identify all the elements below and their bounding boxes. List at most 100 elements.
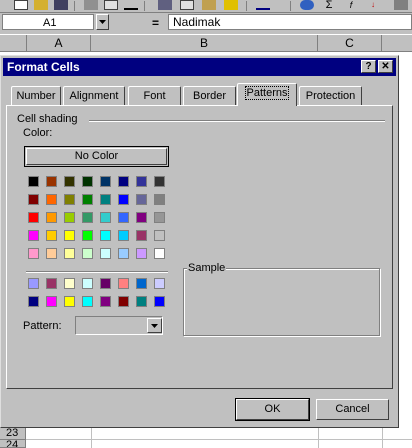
hyperlink-icon[interactable] bbox=[300, 0, 314, 10]
color-swatch[interactable] bbox=[154, 230, 165, 241]
tab-border[interactable]: Border bbox=[183, 86, 236, 105]
color-swatch[interactable] bbox=[82, 212, 93, 223]
color-swatch[interactable] bbox=[136, 248, 147, 259]
row-header-24[interactable]: 24 bbox=[0, 440, 26, 448]
color-swatch[interactable] bbox=[64, 296, 75, 307]
color-swatch[interactable] bbox=[46, 230, 57, 241]
color-swatch[interactable] bbox=[28, 296, 39, 307]
color-swatch[interactable] bbox=[136, 278, 147, 289]
no-color-button[interactable]: No Color bbox=[26, 148, 167, 165]
new-icon[interactable] bbox=[14, 0, 28, 10]
column-header-d[interactable] bbox=[382, 35, 412, 52]
tab-patterns[interactable]: Patterns bbox=[237, 83, 297, 106]
undo-icon[interactable] bbox=[256, 0, 270, 10]
cancel-button[interactable]: Cancel bbox=[316, 399, 389, 420]
autosum-icon[interactable]: Σ bbox=[322, 0, 336, 11]
formula-input[interactable]: Nadimak bbox=[168, 14, 412, 30]
save-icon[interactable] bbox=[54, 0, 68, 10]
column-header-a[interactable]: A bbox=[27, 35, 91, 52]
color-swatch[interactable] bbox=[100, 230, 111, 241]
function-icon[interactable]: f bbox=[344, 0, 358, 10]
color-swatch[interactable] bbox=[46, 176, 57, 187]
pattern-label: Pattern: bbox=[23, 320, 62, 332]
name-box-dropdown-button[interactable] bbox=[96, 14, 109, 30]
name-box[interactable]: A1 bbox=[2, 14, 94, 30]
color-swatch[interactable] bbox=[28, 212, 39, 223]
close-button[interactable]: ✕ bbox=[378, 60, 393, 73]
color-swatch[interactable] bbox=[82, 296, 93, 307]
color-swatch[interactable] bbox=[136, 176, 147, 187]
tab-alignment[interactable]: Alignment bbox=[63, 86, 125, 105]
color-swatch[interactable] bbox=[136, 212, 147, 223]
color-swatch[interactable] bbox=[118, 230, 129, 241]
cut-icon[interactable] bbox=[158, 0, 172, 10]
open-icon[interactable] bbox=[34, 0, 48, 10]
select-all-corner[interactable] bbox=[0, 35, 27, 52]
print-preview-icon[interactable] bbox=[104, 0, 118, 10]
pattern-dropdown-button[interactable] bbox=[147, 318, 162, 333]
color-swatch[interactable] bbox=[64, 212, 75, 223]
color-swatch[interactable] bbox=[64, 248, 75, 259]
color-swatch[interactable] bbox=[154, 176, 165, 187]
color-swatch[interactable] bbox=[118, 296, 129, 307]
color-swatch[interactable] bbox=[100, 278, 111, 289]
column-header-c[interactable]: C bbox=[318, 35, 382, 52]
color-swatch[interactable] bbox=[118, 278, 129, 289]
dialog-title-bar[interactable]: Format Cells ? ✕ bbox=[3, 58, 396, 76]
color-swatch[interactable] bbox=[28, 248, 39, 259]
color-swatch[interactable] bbox=[154, 212, 165, 223]
color-swatch[interactable] bbox=[82, 278, 93, 289]
color-swatch[interactable] bbox=[28, 230, 39, 241]
color-swatch[interactable] bbox=[64, 176, 75, 187]
color-swatch[interactable] bbox=[100, 296, 111, 307]
color-swatch[interactable] bbox=[136, 230, 147, 241]
color-swatch[interactable] bbox=[64, 278, 75, 289]
color-swatch[interactable] bbox=[100, 248, 111, 259]
toolbar-separator bbox=[246, 1, 247, 11]
color-swatch[interactable] bbox=[82, 194, 93, 205]
color-swatch[interactable] bbox=[82, 248, 93, 259]
tab-number[interactable]: Number bbox=[11, 86, 61, 105]
color-swatch[interactable] bbox=[28, 194, 39, 205]
row-header-23[interactable]: 23 bbox=[0, 428, 26, 440]
color-swatch[interactable] bbox=[64, 230, 75, 241]
color-swatch[interactable] bbox=[46, 278, 57, 289]
color-swatch[interactable] bbox=[154, 248, 165, 259]
color-swatch[interactable] bbox=[118, 194, 129, 205]
color-swatch[interactable] bbox=[46, 248, 57, 259]
chart-color-palette bbox=[26, 276, 168, 312]
color-swatch[interactable] bbox=[118, 212, 129, 223]
spelling-icon[interactable] bbox=[124, 0, 138, 10]
column-header-b[interactable]: B bbox=[91, 35, 318, 52]
color-swatch[interactable] bbox=[28, 278, 39, 289]
color-swatch[interactable] bbox=[154, 194, 165, 205]
color-swatch[interactable] bbox=[64, 194, 75, 205]
copy-icon[interactable] bbox=[180, 0, 194, 10]
tab-font[interactable]: Font bbox=[128, 86, 181, 105]
chevron-down-icon bbox=[99, 20, 106, 24]
paste-icon[interactable] bbox=[202, 0, 216, 10]
color-swatch[interactable] bbox=[100, 176, 111, 187]
color-swatch[interactable] bbox=[28, 176, 39, 187]
color-swatch[interactable] bbox=[100, 212, 111, 223]
color-swatch[interactable] bbox=[46, 296, 57, 307]
color-swatch[interactable] bbox=[82, 176, 93, 187]
help-button[interactable]: ? bbox=[361, 60, 376, 73]
color-swatch[interactable] bbox=[154, 278, 165, 289]
color-swatch[interactable] bbox=[118, 176, 129, 187]
color-swatch[interactable] bbox=[46, 212, 57, 223]
color-swatch[interactable] bbox=[46, 194, 57, 205]
color-swatch[interactable] bbox=[118, 248, 129, 259]
color-swatch[interactable] bbox=[82, 230, 93, 241]
color-swatch[interactable] bbox=[136, 296, 147, 307]
color-swatch[interactable] bbox=[136, 194, 147, 205]
sort-ascending-icon[interactable]: ↓ bbox=[366, 0, 380, 10]
format-painter-icon[interactable] bbox=[224, 0, 238, 10]
color-swatch[interactable] bbox=[154, 296, 165, 307]
tab-protection[interactable]: Protection bbox=[299, 86, 362, 105]
print-icon[interactable] bbox=[84, 0, 98, 10]
sort-descending-icon[interactable] bbox=[394, 0, 408, 10]
color-swatch[interactable] bbox=[100, 194, 111, 205]
ok-button[interactable]: OK bbox=[235, 398, 310, 421]
formula-equals-sign[interactable]: = bbox=[152, 16, 159, 30]
